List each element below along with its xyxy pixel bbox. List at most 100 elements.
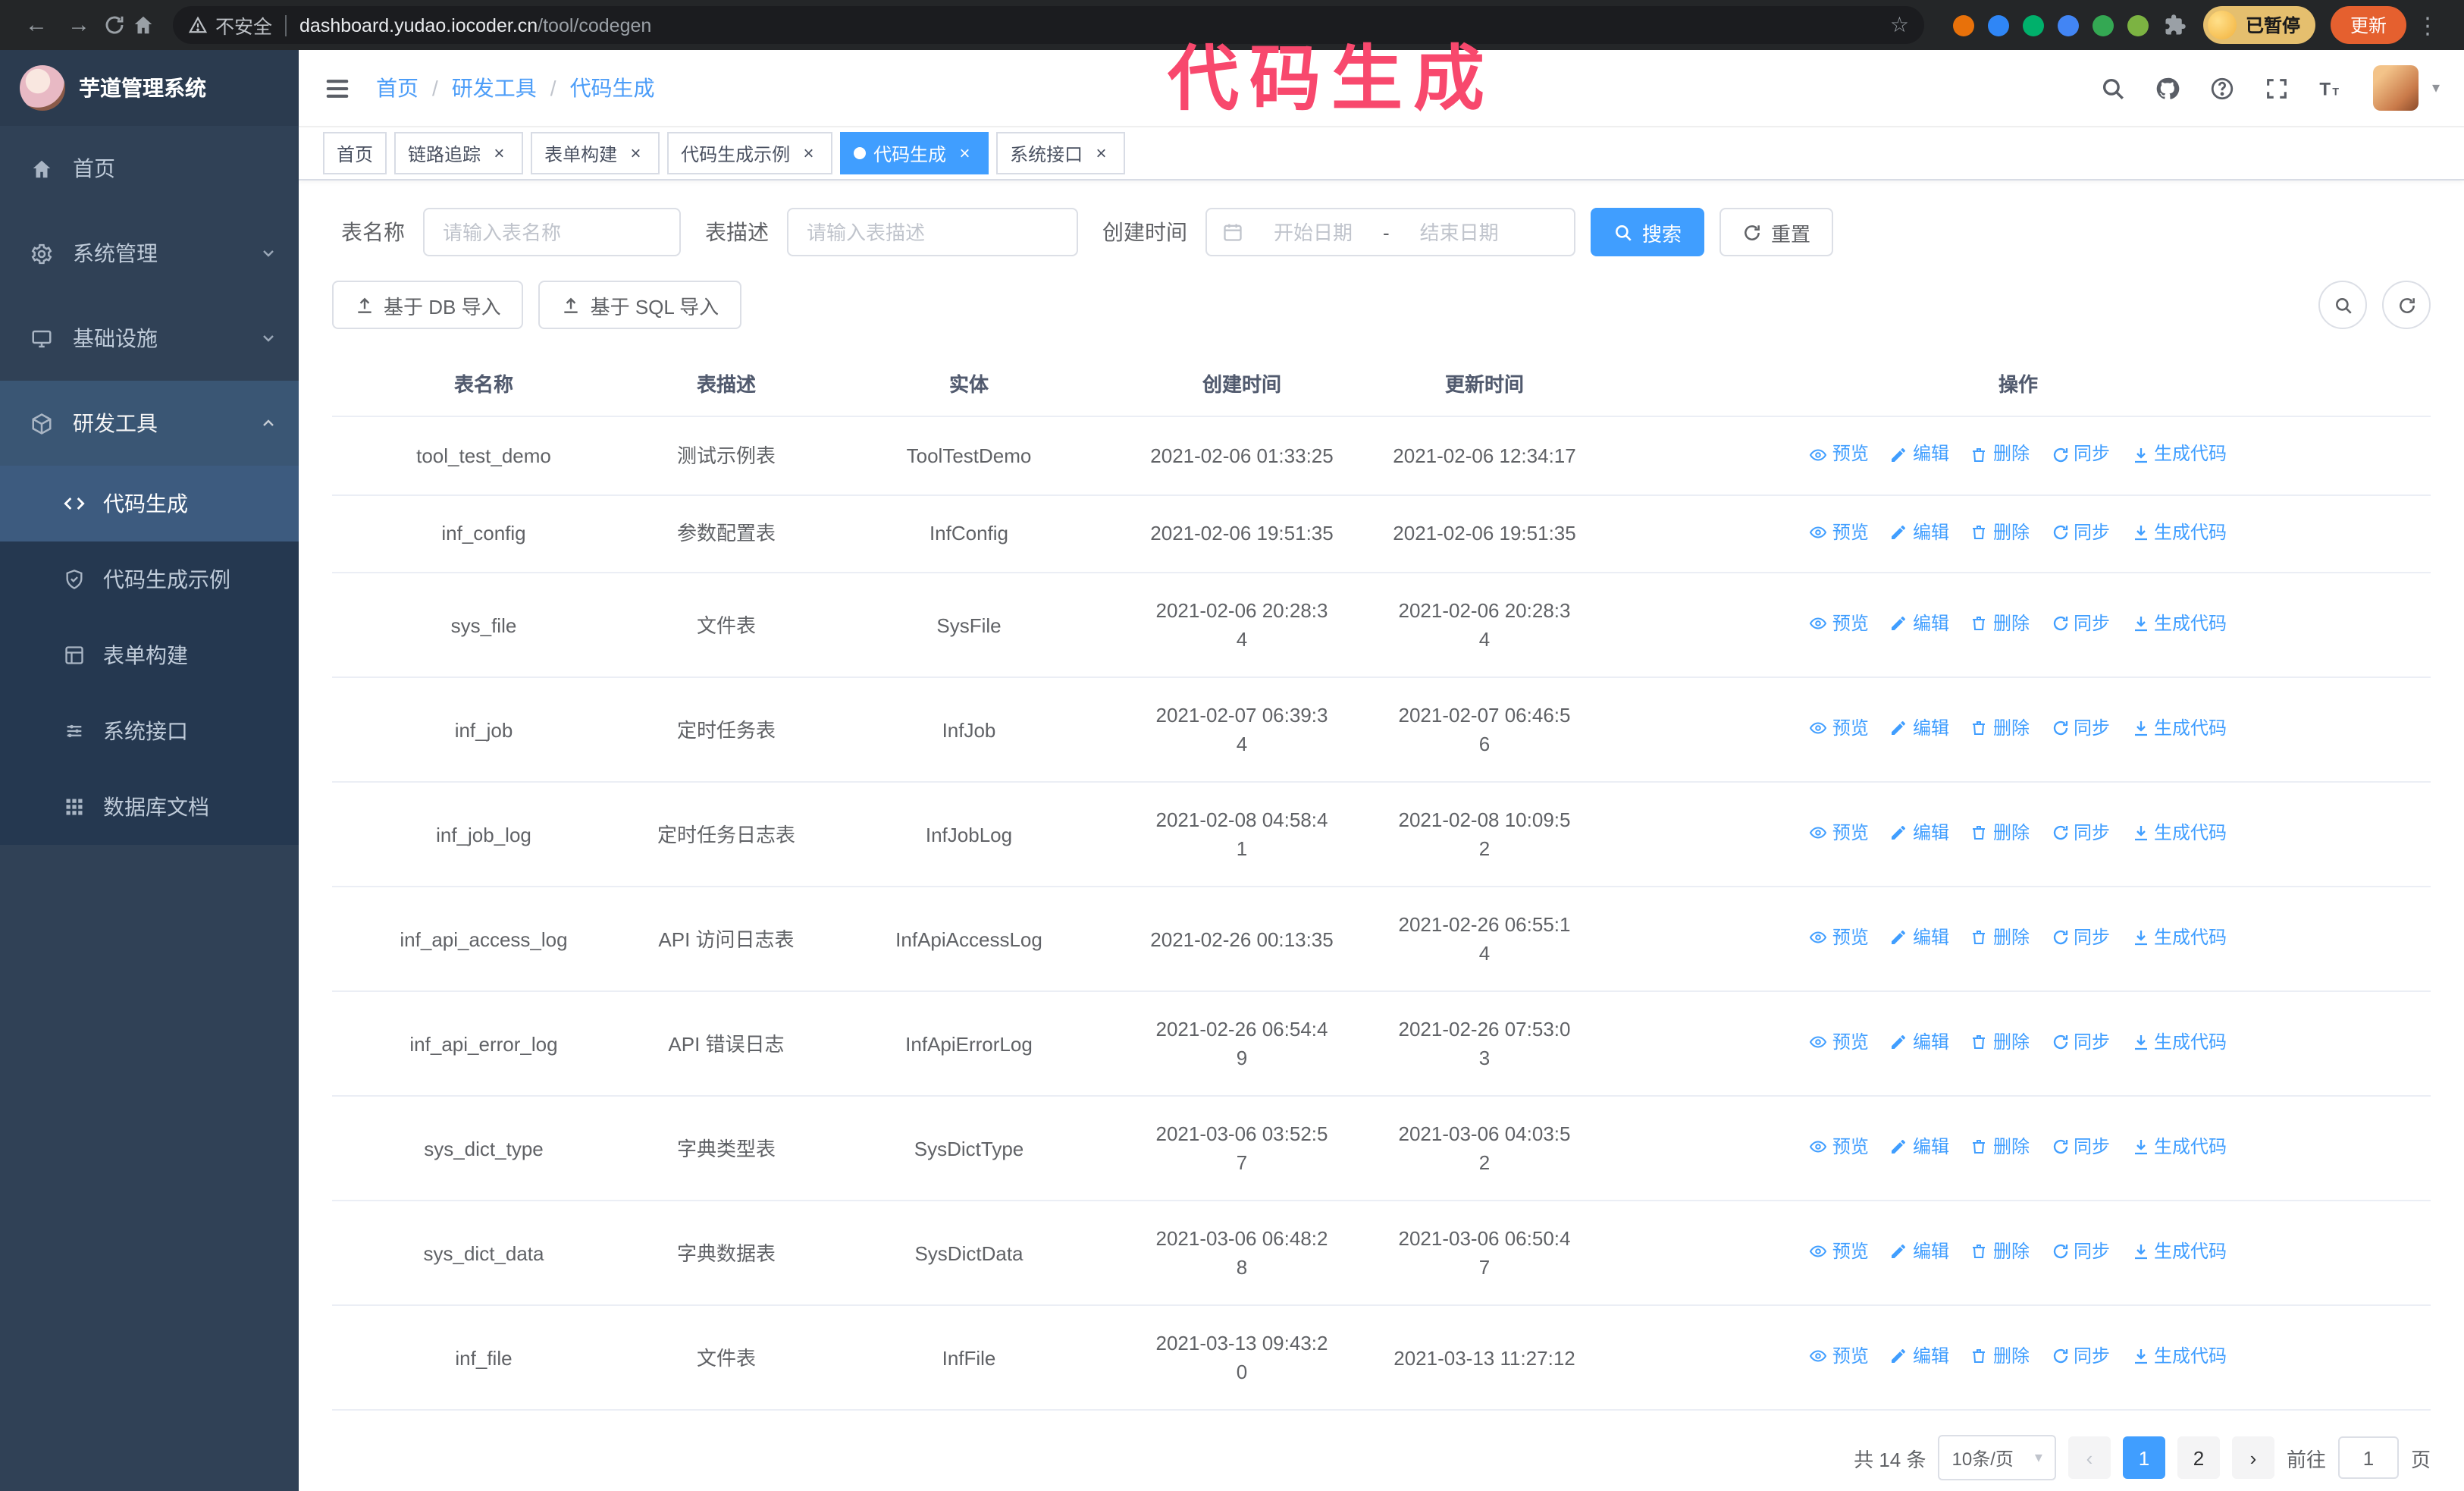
help-icon[interactable] [2209,75,2235,101]
prev-page-button[interactable]: ‹ [2067,1436,2111,1479]
sidebar-item-form-builder[interactable]: 表单构建 [0,617,299,693]
start-date-input[interactable] [1249,219,1377,245]
tab-close-icon[interactable]: × [488,143,509,164]
extension-leaf-icon[interactable] [2127,14,2149,36]
github-icon[interactable] [2155,75,2180,101]
tab-2[interactable]: 表单构建 × [531,132,660,174]
sync-link[interactable]: 同步 [2051,714,2110,743]
table-desc-input[interactable] [787,208,1078,256]
edit-link[interactable]: 编辑 [1890,610,1949,639]
sidebar-item-codegen[interactable]: 代码生成 [0,466,299,541]
back-button[interactable]: ← [18,7,55,43]
extension-teal-icon[interactable] [2092,14,2114,36]
preview-link[interactable]: 预览 [1810,1028,1869,1057]
sync-link[interactable]: 同步 [2051,518,2110,547]
tab-close-icon[interactable]: × [1090,143,1111,164]
delete-link[interactable]: 删除 [1970,440,2030,469]
kebab-menu-icon[interactable]: ⋮ [2409,7,2446,43]
table-name-input[interactable] [423,208,681,256]
page-button-1[interactable]: 1 [2122,1436,2165,1479]
sidebar-toggle[interactable] [323,74,352,102]
tab-4[interactable]: 代码生成 × [840,132,989,174]
delete-link[interactable]: 删除 [1970,714,2030,743]
tab-close-icon[interactable]: × [954,143,975,164]
extension-green-check-icon[interactable] [2022,14,2044,36]
preview-link[interactable]: 预览 [1810,924,1869,953]
generate-code-link[interactable]: 生成代码 [2131,518,2227,547]
sidebar-item-system-api[interactable]: 系统接口 [0,693,299,769]
next-page-button[interactable]: › [2231,1436,2274,1479]
edit-link[interactable]: 编辑 [1890,1238,1949,1267]
extension-people-icon[interactable] [2057,14,2079,36]
edit-link[interactable]: 编辑 [1890,518,1949,547]
edit-link[interactable]: 编辑 [1890,1342,1949,1371]
preview-link[interactable]: 预览 [1810,518,1869,547]
logo[interactable]: 芋道管理系统 [0,50,299,126]
breadcrumb-devtools[interactable]: 研发工具 [452,73,537,103]
font-size-icon[interactable]: TT [2318,75,2344,101]
generate-code-link[interactable]: 生成代码 [2131,1342,2227,1371]
fullscreen-icon[interactable] [2264,75,2290,101]
edit-link[interactable]: 编辑 [1890,924,1949,953]
delete-link[interactable]: 删除 [1970,924,2030,953]
tab-5[interactable]: 系统接口 × [996,132,1126,174]
preview-link[interactable]: 预览 [1810,819,1869,848]
import-sql-button[interactable]: 基于 SQL 导入 [538,281,742,329]
preview-link[interactable]: 预览 [1810,440,1869,469]
preview-link[interactable]: 预览 [1810,1133,1869,1162]
tab-1[interactable]: 链路追踪 × [394,132,524,174]
edit-link[interactable]: 编辑 [1890,1028,1949,1057]
delete-link[interactable]: 删除 [1970,1028,2030,1057]
delete-link[interactable]: 删除 [1970,518,2030,547]
edit-link[interactable]: 编辑 [1890,1133,1949,1162]
extension-blue-icon[interactable] [1987,14,2009,36]
toggle-search-button[interactable] [2318,281,2367,329]
preview-link[interactable]: 预览 [1810,1342,1869,1371]
refresh-table-button[interactable] [2382,281,2431,329]
generate-code-link[interactable]: 生成代码 [2131,714,2227,743]
tab-0[interactable]: 首页 [323,132,387,174]
bookmark-star-icon[interactable]: ☆ [1890,12,1909,38]
delete-link[interactable]: 删除 [1970,1342,2030,1371]
preview-link[interactable]: 预览 [1810,714,1869,743]
tab-close-icon[interactable]: × [625,143,646,164]
goto-page-input[interactable] [2337,1436,2399,1479]
end-date-input[interactable] [1395,219,1523,245]
sidebar-item-infra[interactable]: 基础设施 [0,296,299,381]
reset-button[interactable]: 重置 [1719,208,1834,256]
generate-code-link[interactable]: 生成代码 [2131,819,2227,848]
generate-code-link[interactable]: 生成代码 [2131,1238,2227,1267]
sync-link[interactable]: 同步 [2051,440,2110,469]
sync-link[interactable]: 同步 [2051,1133,2110,1162]
breadcrumb-home[interactable]: 首页 [376,73,419,103]
sidebar-item-codegen-example[interactable]: 代码生成示例 [0,541,299,617]
forward-button[interactable]: → [61,7,97,43]
sync-link[interactable]: 同步 [2051,1028,2110,1057]
import-db-button[interactable]: 基于 DB 导入 [332,281,524,329]
delete-link[interactable]: 删除 [1970,819,2030,848]
browser-home-button[interactable] [132,14,155,36]
page-size-select[interactable]: 10条/页 ▾ [1938,1435,2056,1480]
edit-link[interactable]: 编辑 [1890,714,1949,743]
avatar-caret-icon[interactable]: ▾ [2432,80,2440,96]
sync-link[interactable]: 同步 [2051,610,2110,639]
tab-3[interactable]: 代码生成示例 × [667,132,833,174]
edit-link[interactable]: 编辑 [1890,819,1949,848]
sidebar-item-db-doc[interactable]: 数据库文档 [0,769,299,845]
preview-link[interactable]: 预览 [1810,1238,1869,1267]
generate-code-link[interactable]: 生成代码 [2131,610,2227,639]
address-bar[interactable]: 不安全 dashboard.yudao.iocoder.cn/tool/code… [173,6,1924,44]
page-button-2[interactable]: 2 [2177,1436,2220,1479]
sync-link[interactable]: 同步 [2051,1238,2110,1267]
edit-link[interactable]: 编辑 [1890,440,1949,469]
generate-code-link[interactable]: 生成代码 [2131,1028,2227,1057]
sidebar-item-devtools[interactable]: 研发工具 [0,381,299,466]
delete-link[interactable]: 删除 [1970,1133,2030,1162]
sidebar-item-home[interactable]: 首页 [0,126,299,211]
profile-chip[interactable]: 已暂停 [2202,6,2315,44]
generate-code-link[interactable]: 生成代码 [2131,440,2227,469]
extensions-puzzle-icon[interactable] [2164,14,2187,36]
extension-orange-icon[interactable] [1952,14,1974,36]
preview-link[interactable]: 预览 [1810,610,1869,639]
sync-link[interactable]: 同步 [2051,1342,2110,1371]
